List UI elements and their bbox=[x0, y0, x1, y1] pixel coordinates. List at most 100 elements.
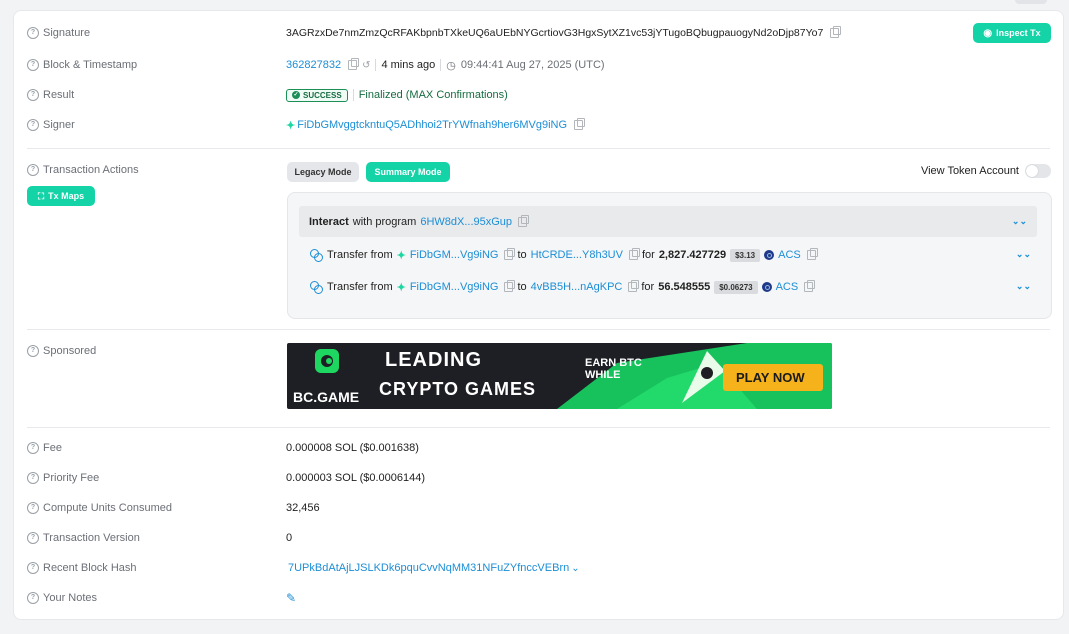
copy-icon[interactable] bbox=[806, 248, 818, 260]
chevron-circle-icon[interactable]: ⌄ bbox=[571, 563, 579, 574]
banner-line1: LEADING bbox=[385, 349, 482, 371]
help-icon: ? bbox=[27, 27, 39, 39]
transfer-to-word: to bbox=[517, 281, 527, 293]
help-icon: ? bbox=[27, 164, 39, 176]
transaction-version-row: ? Transaction Version 0 bbox=[27, 528, 1050, 548]
usd-value-badge: $0.06273 bbox=[714, 280, 758, 294]
help-icon: ? bbox=[27, 119, 39, 131]
priority-fee-label: Priority Fee bbox=[43, 472, 100, 484]
timestamp: 09:44:41 Aug 27, 2025 (UTC) bbox=[460, 59, 605, 71]
legacy-mode-button[interactable]: Legacy Mode bbox=[287, 162, 359, 182]
time-ago: 4 mins ago bbox=[381, 59, 436, 71]
chevron-down-icon[interactable]: ⌄⌄ bbox=[1016, 249, 1031, 260]
transfer-for-word: for bbox=[641, 281, 655, 293]
signature-value-wrap: 3AGRzxDe7nmZmzQcRFAKbpnbTXkeUQ6aUEbNYGcr… bbox=[286, 26, 842, 39]
signature-label-wrap: ? Signature bbox=[27, 27, 277, 39]
result-label-wrap: ? Result bbox=[27, 89, 277, 101]
pencil-icon[interactable]: ✎ bbox=[286, 591, 296, 605]
view-token-account-toggle[interactable] bbox=[1025, 164, 1051, 178]
transfer-amount: 56.548555 bbox=[658, 281, 711, 293]
block-row: ? Block & Timestamp 362827832 ↺ 4 mins a… bbox=[27, 55, 1050, 75]
notes-label-wrap: ? Your Notes bbox=[27, 592, 277, 604]
signer-address-link[interactable]: FiDbGMvggtckntuQ5ADhhoi2TrYWfnah9her6MVg… bbox=[297, 119, 567, 131]
recent-block-hash-label: Recent Block Hash bbox=[43, 562, 137, 574]
tx-maps-button[interactable]: ⛶ Tx Maps bbox=[27, 186, 95, 206]
actions-label-wrap: ? Transaction Actions bbox=[27, 164, 277, 176]
result-row: ? Result ✓ SUCCESS Finalized (MAX Confir… bbox=[27, 85, 1050, 105]
compute-units-label-wrap: ? Compute Units Consumed bbox=[27, 502, 277, 514]
transfer-for-word: for bbox=[641, 249, 655, 261]
copy-icon[interactable] bbox=[518, 214, 530, 227]
notes-value-wrap: ✎ bbox=[286, 591, 296, 605]
transfer-from-link[interactable]: FiDbGM...Vg9iNG bbox=[410, 281, 499, 293]
copy-icon[interactable] bbox=[574, 118, 586, 130]
help-icon: ? bbox=[27, 592, 39, 604]
recent-block-hash-value-wrap: 7UPkBdAtAjLJSLKDk6pquCvvNqMM31NFuZYfnccV… bbox=[286, 562, 580, 574]
copy-icon[interactable] bbox=[804, 280, 816, 292]
transfer-to-link[interactable]: 4vBB5H...nAgKPC bbox=[531, 281, 623, 293]
notes-row: ? Your Notes ✎ bbox=[27, 588, 1050, 608]
transfer-to-link[interactable]: HtCRDE...Y8h3UV bbox=[531, 249, 623, 261]
check-icon: ✓ bbox=[292, 91, 300, 99]
copy-icon[interactable] bbox=[830, 26, 842, 38]
signer-row: ? Signer ✦ FiDbGMvggtckntuQ5ADhhoi2TrYWf… bbox=[27, 115, 1050, 135]
compute-units-value: 32,456 bbox=[286, 502, 320, 514]
separator bbox=[440, 59, 442, 71]
summary-mode-label: Summary Mode bbox=[374, 167, 442, 177]
priority-fee-label-wrap: ? Priority Fee bbox=[27, 472, 277, 484]
section-divider bbox=[27, 427, 1050, 428]
compute-units-row: ? Compute Units Consumed 32,456 bbox=[27, 498, 1050, 518]
transfer-from-link[interactable]: FiDbGM...Vg9iNG bbox=[410, 249, 499, 261]
recent-block-hash-row: ? Recent Block Hash 7UPkBdAtAjLJSLKDk6pq… bbox=[27, 558, 1050, 578]
block-number-link[interactable]: 362827832 bbox=[286, 59, 341, 71]
fee-value: 0.000008 SOL ($0.001638) bbox=[286, 442, 419, 454]
recent-block-hash-label-wrap: ? Recent Block Hash bbox=[27, 562, 277, 574]
signature-row: ? Signature 3AGRzxDe7nmZmzQcRFAKbpnbTXke… bbox=[27, 23, 1050, 43]
chevron-down-icon[interactable]: ⌄⌄ bbox=[1016, 281, 1031, 292]
block-label-wrap: ? Block & Timestamp bbox=[27, 59, 277, 71]
inspect-tx-label: Inspect Tx bbox=[996, 28, 1041, 38]
interact-program-bar[interactable]: Interact with program 6HW8dX...95xGup ⌄⌄ bbox=[299, 206, 1037, 237]
copy-icon[interactable] bbox=[504, 280, 516, 292]
transfer-amount: 2,827.427729 bbox=[658, 249, 727, 261]
transaction-version-label: Transaction Version bbox=[43, 532, 140, 544]
history-icon[interactable]: ↺ bbox=[362, 60, 370, 71]
help-icon: ? bbox=[27, 562, 39, 574]
separator bbox=[375, 59, 377, 71]
token-link[interactable]: ACS bbox=[778, 249, 801, 261]
help-icon: ? bbox=[27, 532, 39, 544]
copy-icon[interactable] bbox=[628, 280, 640, 292]
interact-middle: with program bbox=[352, 215, 417, 228]
sponsored-label-wrap: ? Sponsored bbox=[27, 345, 277, 357]
legacy-mode-label: Legacy Mode bbox=[294, 167, 352, 177]
chevron-down-icon[interactable]: ⌄⌄ bbox=[1012, 216, 1027, 227]
transaction-version-label-wrap: ? Transaction Version bbox=[27, 532, 277, 544]
fee-label-wrap: ? Fee bbox=[27, 442, 277, 454]
recent-block-hash-link[interactable]: 7UPkBdAtAjLJSLKDk6pquCvvNqMM31NFuZYfnccV… bbox=[288, 562, 569, 574]
compute-units-value-wrap: 32,456 bbox=[286, 502, 320, 514]
block-value-wrap: 362827832 ↺ 4 mins ago ◷ 09:44:41 Aug 27… bbox=[286, 58, 605, 72]
copy-icon[interactable] bbox=[504, 248, 516, 260]
tx-maps-label: Tx Maps bbox=[48, 191, 85, 201]
section-divider bbox=[27, 329, 1050, 330]
token-link[interactable]: ACS bbox=[776, 281, 799, 293]
copy-icon[interactable] bbox=[348, 58, 360, 70]
view-token-account-label: View Token Account bbox=[920, 165, 1019, 177]
clock-icon: ◷ bbox=[446, 59, 456, 72]
priority-fee-value-wrap: 0.000003 SOL ($0.0006144) bbox=[286, 472, 425, 484]
program-link[interactable]: 6HW8dX...95xGup bbox=[420, 216, 512, 228]
help-icon: ? bbox=[27, 59, 39, 71]
transfer-text: Transfer from bbox=[327, 249, 393, 261]
view-token-account-control: View Token Account bbox=[921, 164, 1051, 178]
inspect-tx-button[interactable]: ◉ Inspect Tx bbox=[973, 23, 1051, 43]
actions-label: Transaction Actions bbox=[43, 164, 139, 176]
signature-value[interactable]: 3AGRzxDe7nmZmzQcRFAKbpnbTXkeUQ6aUEbNYGcr… bbox=[286, 27, 823, 39]
help-icon: ? bbox=[27, 442, 39, 454]
summary-mode-button[interactable]: Summary Mode bbox=[366, 162, 450, 182]
banner-cta-button[interactable]: PLAY NOW bbox=[736, 370, 805, 385]
sponsored-banner[interactable]: BC.GAME LEADING CRYPTO GAMES EARN BTC WH… bbox=[287, 343, 832, 409]
copy-icon[interactable] bbox=[628, 248, 640, 260]
transfer-row: Transfer from ✦ FiDbGM...Vg9iNG to HtCRD… bbox=[310, 245, 818, 265]
signer-label: Signer bbox=[43, 119, 75, 131]
usd-value-badge: $3.13 bbox=[730, 248, 761, 262]
